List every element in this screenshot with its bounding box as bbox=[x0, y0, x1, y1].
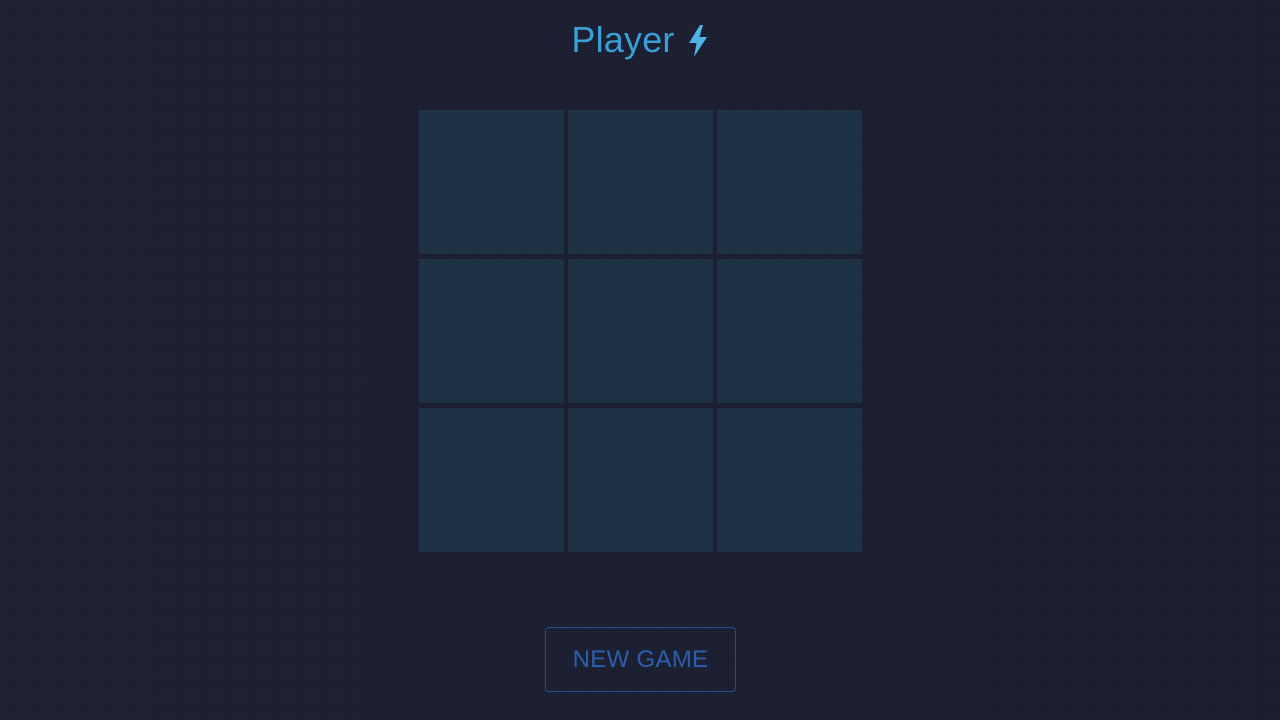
board-cell-2-1[interactable] bbox=[419, 259, 564, 403]
board-cell-1-2[interactable] bbox=[568, 110, 713, 254]
board-cell-1-3[interactable] bbox=[717, 110, 862, 254]
board-cell-2-2[interactable] bbox=[568, 259, 713, 403]
board-cell-1-1[interactable] bbox=[419, 110, 564, 254]
current-player-label: Player bbox=[571, 19, 675, 60]
new-game-button[interactable]: NEW GAME bbox=[545, 627, 736, 692]
game-board bbox=[419, 110, 863, 552]
turn-indicator: Player bbox=[0, 18, 1280, 62]
board-cell-3-1[interactable] bbox=[419, 408, 564, 552]
board-cell-2-3[interactable] bbox=[717, 259, 862, 403]
lightning-bolt-icon bbox=[687, 24, 709, 58]
board-cell-3-2[interactable] bbox=[568, 408, 713, 552]
board-cell-3-3[interactable] bbox=[717, 408, 862, 552]
